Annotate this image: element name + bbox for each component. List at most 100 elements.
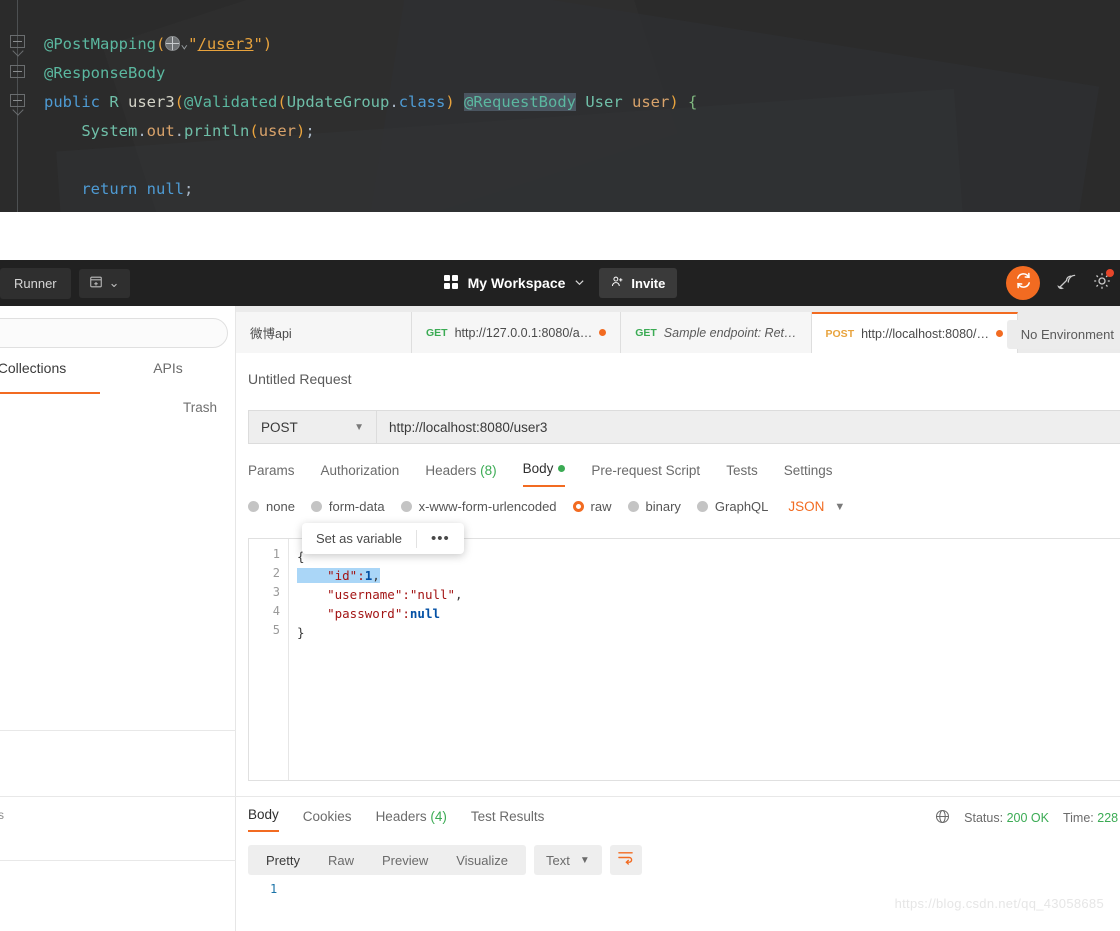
json-body-line[interactable]: "id":1, [297,566,463,585]
tab-label: Body [523,461,554,476]
tab-label: Headers [376,809,427,824]
environment-selector[interactable]: No Environment [1007,320,1120,349]
json-body-line[interactable]: "username":"null", [297,585,463,604]
radio-icon[interactable] [401,501,412,512]
code-fold-marker[interactable] [10,35,25,48]
watermark: https://blog.csdn.net/qq_43058685 [895,896,1104,911]
workspace-label: My Workspace [468,275,566,291]
response-tab-body[interactable]: Body [248,807,279,832]
globe-icon [935,809,950,827]
antenna-button[interactable] [1056,271,1076,296]
body-type-none[interactable]: none [248,499,295,514]
radio-icon[interactable] [248,501,259,512]
word-wrap-button[interactable] [610,845,642,875]
settings-button[interactable] [1092,271,1112,296]
http-method-select[interactable]: POST ▼ [249,411,377,443]
response-view-preview[interactable]: Preview [368,853,442,868]
code-token: " [254,35,263,53]
radio-icon[interactable] [628,501,639,512]
body-format-select[interactable]: JSON▼ [788,499,845,514]
response-view-modes: PrettyRawPreviewVisualize [248,845,526,875]
body-type-label: raw [591,499,612,514]
response-view-pretty[interactable]: Pretty [252,853,314,868]
code-fold-marker[interactable] [10,94,25,107]
body-type-x-www-form-urlencoded[interactable]: x-www-form-urlencoded [401,499,557,514]
json-token: null [410,606,440,621]
sync-button[interactable] [1006,266,1040,300]
code-token: ) [263,35,272,53]
request-tab-tests[interactable]: Tests [726,463,758,487]
java-source-code: @PostMapping(⌄"/user3")@ResponseBodypubl… [44,30,697,204]
sidebar: CollectionsAPIs Trash s [0,306,236,931]
request-tab[interactable]: 微博api [236,312,412,353]
radio-icon[interactable] [311,501,322,512]
invite-button[interactable]: Invite [599,268,677,298]
globe-gutter-icon[interactable] [165,36,180,51]
workspace-center-group: My Workspace Invite [0,268,1120,298]
request-tab-params[interactable]: Params [248,463,295,487]
request-tab[interactable]: POSThttp://localhost:8080/… [812,312,1018,353]
chevron-down-icon[interactable]: ⌄ [180,30,188,59]
time-label: Time: [1063,811,1094,825]
sidebar-trash-link[interactable]: Trash [183,400,217,415]
code-token: ; [184,180,193,198]
sidebar-tab-collections[interactable]: Collections [0,360,100,394]
response-meta: Status: 200 OK Time: 228 m [935,809,1120,827]
response-view-visualize[interactable]: Visualize [442,853,522,868]
code-token: ; [305,122,314,140]
code-token: println [184,122,249,140]
request-body-editor[interactable]: 12345 { "id":1, "username":"null", "pass… [248,538,1120,781]
json-body-line[interactable]: } [297,623,463,642]
code-token: null [147,180,184,198]
workspace-selector[interactable]: My Workspace [443,274,586,293]
editor-line-number: 3 [273,585,280,599]
request-tab-authorization[interactable]: Authorization [321,463,400,487]
response-tab-test-results[interactable]: Test Results [471,809,545,832]
response-panel: Body Cookies Headers (4) Test Results Statu… [236,796,1120,931]
body-type-label: none [266,499,295,514]
sidebar-tab-apis[interactable]: APIs [100,360,236,394]
body-type-raw[interactable]: raw [573,499,612,514]
tab-label: Headers [425,463,476,478]
code-token: { [688,93,697,111]
request-tab[interactable]: GEThttp://127.0.0.1:8080/a… [412,312,621,353]
radio-icon[interactable] [697,501,708,512]
code-token: System [44,122,137,140]
request-tab-settings[interactable]: Settings [784,463,833,487]
gear-icon [1092,278,1112,295]
radio-icon[interactable] [573,501,584,512]
body-type-binary[interactable]: binary [628,499,681,514]
body-type-form-data[interactable]: form-data [311,499,385,514]
set-as-variable-action[interactable]: Set as variable [302,531,416,546]
url-input[interactable]: http://localhost:8080/user3 [377,411,1120,443]
editor-line-number: 2 [273,566,280,580]
code-line: System.out.println(user); [44,117,697,146]
request-body-json[interactable]: { "id":1, "username":"null", "password":… [297,547,463,642]
word-wrap-icon [617,850,634,870]
code-line: @PostMapping(⌄"/user3") [44,30,697,59]
request-tab[interactable]: GETSample endpoint: Ret… [621,312,811,353]
notification-dot [1106,269,1114,277]
json-body-line[interactable]: "password":null [297,604,463,623]
response-tab-cookies[interactable]: Cookies [303,809,352,832]
request-tab-pre-request-script[interactable]: Pre-request Script [591,463,700,487]
response-view-raw[interactable]: Raw [314,853,368,868]
search-input[interactable] [0,318,228,348]
request-tab-body[interactable]: Body [523,461,566,487]
response-body-line-numbers: 1 [270,882,277,896]
code-token: . [175,122,184,140]
json-token: "id": [297,568,365,583]
body-type-label: binary [646,499,681,514]
http-method-value: POST [261,420,298,435]
response-tab-headers[interactable]: Headers (4) [376,809,447,832]
request-tab-headers[interactable]: Headers (8) [425,463,496,487]
popup-more-button[interactable]: ••• [417,530,464,547]
code-token: @ResponseBody [44,64,165,82]
tab-count-badge: (4) [427,809,447,824]
sidebar-list-item[interactable]: s [0,808,4,822]
code-fold-marker[interactable] [10,65,25,78]
body-type-GraphQL[interactable]: GraphQL [697,499,768,514]
response-format-select[interactable]: Text ▼ [534,845,602,875]
code-token: return [44,180,147,198]
body-present-dot [558,465,565,472]
